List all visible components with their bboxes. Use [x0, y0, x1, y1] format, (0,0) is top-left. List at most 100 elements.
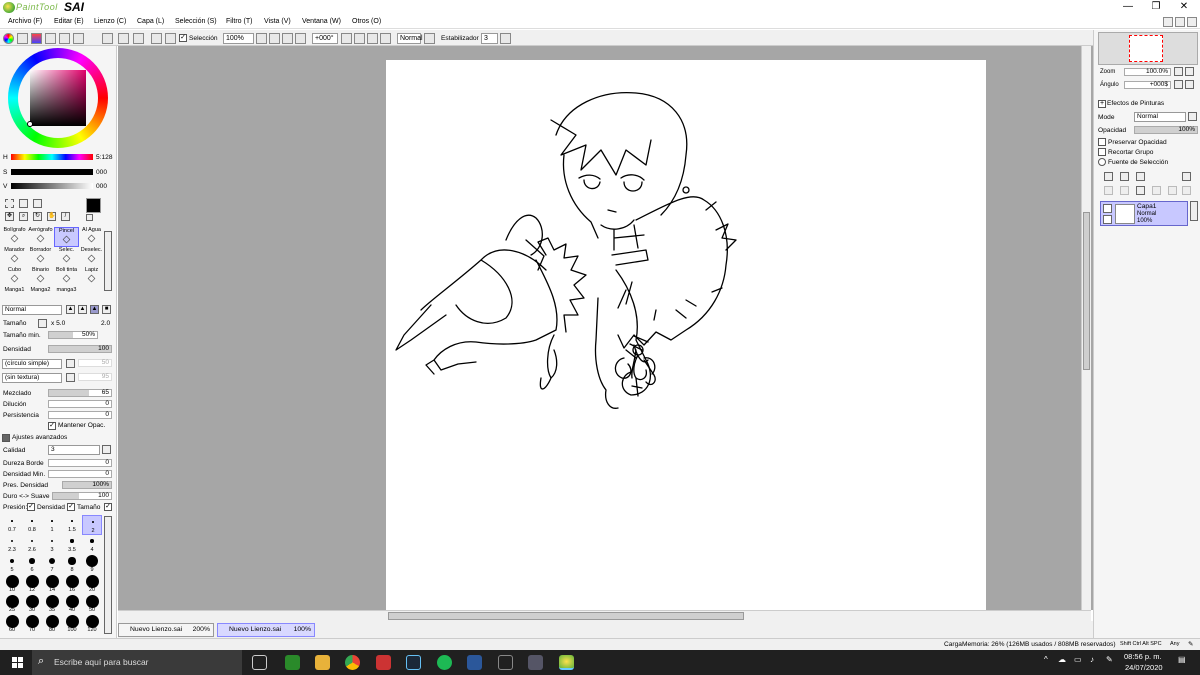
- network-icon[interactable]: ▭: [1074, 655, 1082, 664]
- menu-editar[interactable]: Editar (E): [54, 18, 84, 25]
- saturation-value-square[interactable]: [30, 70, 86, 126]
- navigator-viewport[interactable]: [1129, 35, 1163, 62]
- menu-vista[interactable]: Vista (V): [264, 18, 291, 25]
- horizontal-scroll-thumb[interactable]: [388, 612, 744, 620]
- zoom-minus-icon[interactable]: [269, 33, 280, 44]
- persistencia-slider[interactable]: 0: [48, 411, 112, 419]
- scratchpad-toggle-icon[interactable]: [59, 33, 70, 44]
- pen-workspace-icon[interactable]: ✎: [1106, 655, 1113, 664]
- primary-color-swatch[interactable]: [86, 198, 101, 213]
- nav-zoom-out-icon[interactable]: [1174, 67, 1183, 76]
- nav-zoom-in-icon[interactable]: [1185, 67, 1194, 76]
- arrow-app-icon[interactable]: [498, 655, 513, 670]
- brush-mode-select[interactable]: Normal: [2, 305, 62, 315]
- tamano-min-slider[interactable]: 50%: [48, 331, 98, 339]
- rgb-slider-toggle-icon[interactable]: [17, 33, 28, 44]
- zoom-plus-icon[interactable]: [282, 33, 293, 44]
- tamano-multiplier-icon[interactable]: [38, 319, 47, 328]
- shape-dropdown-icon[interactable]: [66, 359, 75, 368]
- menu-lienzo[interactable]: Lienzo (C): [94, 18, 126, 25]
- tool-boli-tinta[interactable]: Boli tinta: [54, 267, 79, 287]
- restore-button[interactable]: ❐: [1146, 1, 1166, 12]
- brush-size-cell[interactable]: 0.7: [2, 515, 22, 535]
- estabilizador-dropdown-icon[interactable]: [500, 33, 511, 44]
- zoom-fit-icon[interactable]: [256, 33, 267, 44]
- file-explorer-icon[interactable]: [315, 655, 330, 670]
- layer-item-capa1[interactable]: Capa1 Normal 100%: [1100, 201, 1188, 226]
- presion-tamano-checkbox[interactable]: ✓: [67, 503, 75, 511]
- layer-visibility-eye-icon[interactable]: [1103, 204, 1112, 213]
- tip-shape-flat-icon[interactable]: ▲: [78, 305, 87, 314]
- tool-pincel[interactable]: Pincel: [54, 227, 79, 247]
- brush-size-cell[interactable]: 6: [22, 555, 42, 575]
- tray-chevron-icon[interactable]: ^: [1044, 655, 1048, 664]
- brush-shape-select[interactable]: (círculo simple): [2, 359, 62, 369]
- windows-start-icon[interactable]: [12, 657, 23, 668]
- volume-icon[interactable]: ♪: [1090, 655, 1094, 664]
- word-icon[interactable]: [467, 655, 482, 670]
- saturation-slider[interactable]: [11, 169, 93, 175]
- show-selection-icon[interactable]: [151, 33, 162, 44]
- task-view-icon[interactable]: [252, 655, 267, 670]
- steam-icon[interactable]: [406, 655, 421, 670]
- layer-mode-select[interactable]: Normal: [1134, 112, 1186, 122]
- navigator-preview[interactable]: [1098, 32, 1198, 65]
- layer-edit-pen-icon[interactable]: [1103, 215, 1112, 224]
- brush-size-cell[interactable]: 8: [62, 555, 82, 575]
- tool-manga3[interactable]: manga3: [54, 287, 79, 297]
- brush-size-cell[interactable]: 0.8: [22, 515, 42, 535]
- texture-strength-slider[interactable]: 95: [78, 373, 112, 381]
- blend-mode-select[interactable]: Normal: [397, 33, 423, 44]
- texture-select[interactable]: (sin textura): [2, 373, 62, 383]
- brush-size-cell[interactable]: 40: [62, 594, 82, 615]
- mdi-close-icon[interactable]: [1187, 17, 1197, 27]
- new-linework-layer-icon[interactable]: [1120, 172, 1129, 181]
- chrome-icon[interactable]: [345, 655, 360, 670]
- size-grid-scrollbar[interactable]: [104, 516, 112, 634]
- estabilizador-select[interactable]: 3: [481, 33, 498, 44]
- brush-size-cell[interactable]: 80: [42, 614, 62, 635]
- menu-archivo[interactable]: Archivo (F): [8, 18, 42, 25]
- new-layer-icon[interactable]: [1104, 172, 1113, 181]
- panel-collapse-icon[interactable]: [102, 33, 113, 44]
- merge-down-icon[interactable]: [1120, 186, 1129, 195]
- layer-mode-dropdown-icon[interactable]: [1188, 112, 1197, 121]
- blend-dropdown-icon[interactable]: [424, 33, 435, 44]
- pres-densidad-slider[interactable]: 100%: [62, 481, 112, 489]
- canvas-vertical-scrollbar[interactable]: [1081, 46, 1091, 610]
- brush-size-cell[interactable]: 1: [42, 515, 62, 535]
- brush-size-cell[interactable]: 100: [62, 614, 82, 635]
- opacidad-slider[interactable]: 100%: [1134, 126, 1198, 134]
- navigator-angle-slider[interactable]: +000$: [1124, 81, 1171, 89]
- preservar-opacidad-checkbox[interactable]: [1098, 138, 1106, 146]
- palette-toggle-icon[interactable]: [73, 33, 84, 44]
- vertical-scroll-thumb[interactable]: [1083, 212, 1090, 370]
- onedrive-icon[interactable]: ☁: [1058, 655, 1066, 664]
- tool-marador[interactable]: Marador: [2, 247, 27, 267]
- game-app-icon[interactable]: [528, 655, 543, 670]
- menu-otros[interactable]: Otros (O): [352, 18, 381, 25]
- tip-shape-brush-icon[interactable]: ▲: [90, 305, 99, 314]
- new-folder-icon[interactable]: [1136, 172, 1145, 181]
- tool-lapiz[interactable]: Lapiz: [79, 267, 104, 287]
- mantener-opac-checkbox[interactable]: ✓: [48, 422, 56, 430]
- taskbar-search-box[interactable]: ⌕ Escribe aquí para buscar: [32, 650, 242, 675]
- tip-shape-round-icon[interactable]: ▲: [66, 305, 75, 314]
- brush-size-cell[interactable]: 3.5: [62, 535, 82, 555]
- menu-seleccion[interactable]: Selección (S): [175, 18, 217, 25]
- texture-dropdown-icon[interactable]: [66, 373, 75, 382]
- rotate-reset-icon[interactable]: [341, 33, 352, 44]
- tool-al-agua[interactable]: Al Agua: [79, 227, 104, 247]
- dilucion-slider[interactable]: 0: [48, 400, 112, 408]
- ajustes-avanzados-toggle[interactable]: [2, 434, 10, 442]
- brush-size-cell[interactable]: 120: [82, 614, 102, 635]
- hsv-slider-toggle-icon[interactable]: [31, 33, 42, 44]
- zoom-field[interactable]: 100%: [223, 33, 254, 44]
- brush-size-cell[interactable]: 2: [82, 515, 102, 535]
- brush-size-cell[interactable]: 2.3: [2, 535, 22, 555]
- flatten-icon[interactable]: [1182, 186, 1191, 195]
- rect-select-icon[interactable]: [5, 199, 14, 208]
- brush-size-cell[interactable]: 25: [2, 594, 22, 615]
- densidad-slider[interactable]: 100: [48, 345, 112, 353]
- spotify-icon[interactable]: [437, 655, 452, 670]
